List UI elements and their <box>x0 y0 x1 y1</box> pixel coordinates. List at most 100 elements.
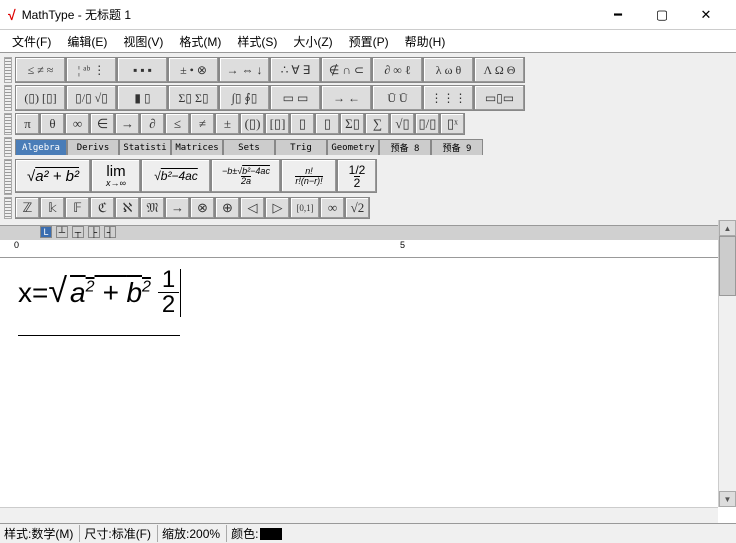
tabmode-3[interactable]: ┬ <box>72 226 84 238</box>
toolbar-gripper[interactable] <box>4 197 12 219</box>
menu-view[interactable]: 视图(V) <box>115 31 171 52</box>
close-button[interactable]: ✕ <box>684 1 728 29</box>
sym-oplus[interactable]: ⊕ <box>215 197 240 219</box>
palette-operators[interactable]: ± • ⊗ <box>168 57 219 83</box>
sym-rarrow[interactable]: → <box>165 197 190 219</box>
sym-ne[interactable]: ≠ <box>190 113 215 135</box>
tabmode-2[interactable]: ┴ <box>56 226 68 238</box>
scrollbar-thumb[interactable] <box>719 236 736 296</box>
tpl-bracket[interactable]: [▯] <box>265 113 290 135</box>
sym-partial[interactable]: ∂ <box>140 113 165 135</box>
template-sums[interactable]: Σ▯ Σ▯ <box>168 85 219 111</box>
tabmode-5[interactable]: ┤ <box>104 226 116 238</box>
menu-size[interactable]: 大小(Z) <box>285 31 340 52</box>
sym-theta[interactable]: θ <box>40 113 65 135</box>
tpl-slot1[interactable]: ▯ <box>290 113 315 135</box>
palette-greek-upper[interactable]: Λ Ω Θ <box>474 57 525 83</box>
sym-Z[interactable]: ℤ <box>15 197 40 219</box>
sym-otimes[interactable]: ⊗ <box>190 197 215 219</box>
menu-help[interactable]: 帮助(H) <box>397 31 454 52</box>
tpl-sup[interactable]: ▯ˣ <box>440 113 465 135</box>
status-zoom-value[interactable]: 200% <box>189 527 220 541</box>
ruler[interactable]: 0 5 <box>0 240 736 258</box>
scroll-up-icon[interactable]: ▲ <box>719 220 736 236</box>
sym-arrow[interactable]: → <box>115 113 140 135</box>
tab-sets[interactable]: Sets <box>223 139 275 155</box>
sym-in[interactable]: ∈ <box>90 113 115 135</box>
tpl-limit[interactable]: limx→∞ <box>91 159 141 193</box>
palette-arrows[interactable]: → ⇔ ↓ <box>219 57 270 83</box>
menu-format[interactable]: 格式(M) <box>171 31 229 52</box>
sym-infty[interactable]: ∞ <box>65 113 90 135</box>
vertical-scrollbar[interactable]: ▲ ▼ <box>718 220 736 507</box>
template-integrals[interactable]: ∫▯ ∮▯ <box>219 85 270 111</box>
tpl-quadratic[interactable]: −b±√b²−4ac2a <box>211 159 281 193</box>
menu-file[interactable]: 文件(F) <box>4 31 59 52</box>
palette-embellish[interactable]: ▪ ▪ ▪ <box>117 57 168 83</box>
tpl-sum[interactable]: Σ▯ <box>340 113 365 135</box>
tpl-combination[interactable]: n!r!(n−r)! <box>281 159 337 193</box>
palette-greek-lower[interactable]: λ ω θ <box>423 57 474 83</box>
palette-spaces[interactable]: ¦ ᵃᵇ ⋮ <box>66 57 117 83</box>
cursor-caret <box>180 269 181 317</box>
sym-ltri[interactable]: ◁ <box>240 197 265 219</box>
sym-k[interactable]: 𝕜 <box>40 197 65 219</box>
template-arrows[interactable]: → ← <box>321 85 372 111</box>
tabmode-left[interactable]: L <box>40 226 52 238</box>
sym-interval[interactable]: [0,1] <box>290 197 320 219</box>
sym-F[interactable]: 𝔽 <box>65 197 90 219</box>
menu-style[interactable]: 样式(S) <box>229 31 285 52</box>
tab-derivs[interactable]: Derivs <box>67 139 119 155</box>
tpl-bigsum[interactable]: ∑ <box>365 113 390 135</box>
tab-geometry[interactable]: Geometry <box>327 139 379 155</box>
sym-infty2[interactable]: ∞ <box>320 197 345 219</box>
tab-reserve9[interactable]: 预备 9 <box>431 139 483 155</box>
palette-relations[interactable]: ≤ ≠ ≈ <box>15 57 66 83</box>
tab-reserve8[interactable]: 预备 8 <box>379 139 431 155</box>
toolbar-gripper[interactable] <box>4 57 12 83</box>
toolbar-gripper[interactable] <box>4 159 12 195</box>
tab-algebra[interactable]: Algebra <box>15 139 67 155</box>
maximize-button[interactable]: ▢ <box>640 1 684 29</box>
tpl-slot2[interactable]: ▯ <box>315 113 340 135</box>
tabmode-4[interactable]: ├ <box>88 226 100 238</box>
template-fences[interactable]: (▯) [▯] <box>15 85 66 111</box>
template-fracs[interactable]: ▯/▯ √▯ <box>66 85 117 111</box>
tpl-sqrt[interactable]: √▯ <box>390 113 415 135</box>
sym-sqrt2[interactable]: √2 <box>345 197 370 219</box>
sym-C[interactable]: ℭ <box>90 197 115 219</box>
tpl-half[interactable]: 1/22 <box>337 159 377 193</box>
palette-settheory[interactable]: ∉ ∩ ⊂ <box>321 57 372 83</box>
sym-M[interactable]: 𝔐 <box>140 197 165 219</box>
sym-aleph[interactable]: ℵ <box>115 197 140 219</box>
sym-pi[interactable]: π <box>15 113 40 135</box>
template-box[interactable]: ▭▯▭ <box>474 85 525 111</box>
tpl-paren[interactable]: (▯) <box>240 113 265 135</box>
template-matrix[interactable]: ⋮⋮⋮ <box>423 85 474 111</box>
minimize-button[interactable]: ━ <box>596 1 640 29</box>
status-style-value[interactable]: 数学(M) <box>31 525 73 542</box>
tab-matrices[interactable]: Matrices <box>171 139 223 155</box>
status-color-swatch[interactable] <box>260 528 282 540</box>
status-size-value[interactable]: 标准(F) <box>112 525 151 542</box>
sym-rtri[interactable]: ▷ <box>265 197 290 219</box>
scroll-down-icon[interactable]: ▼ <box>719 491 736 507</box>
sym-le[interactable]: ≤ <box>165 113 190 135</box>
template-subsup[interactable]: ▮ ▯ <box>117 85 168 111</box>
toolbar-gripper[interactable] <box>4 137 12 157</box>
menu-edit[interactable]: 编辑(E) <box>59 31 115 52</box>
template-underover[interactable]: ▭ ▭ <box>270 85 321 111</box>
palette-logic[interactable]: ∴ ∀ ∃ <box>270 57 321 83</box>
equation-canvas[interactable]: x= √ a2 + b2 1 2 <box>0 258 736 498</box>
toolbar-gripper[interactable] <box>4 85 12 111</box>
tpl-frac[interactable]: ▯/▯ <box>415 113 440 135</box>
menu-prefs[interactable]: 预置(P) <box>341 31 397 52</box>
tab-stats[interactable]: Statisti <box>119 139 171 155</box>
tpl-discriminant[interactable]: √b²−4ac <box>141 159 211 193</box>
tpl-pythag[interactable]: √a² + b² <box>15 159 91 193</box>
sym-pm[interactable]: ± <box>215 113 240 135</box>
toolbar-gripper[interactable] <box>4 113 12 135</box>
template-bars[interactable]: Ū Ū <box>372 85 423 111</box>
tab-trig[interactable]: Trig <box>275 139 327 155</box>
palette-misc[interactable]: ∂ ∞ ℓ <box>372 57 423 83</box>
